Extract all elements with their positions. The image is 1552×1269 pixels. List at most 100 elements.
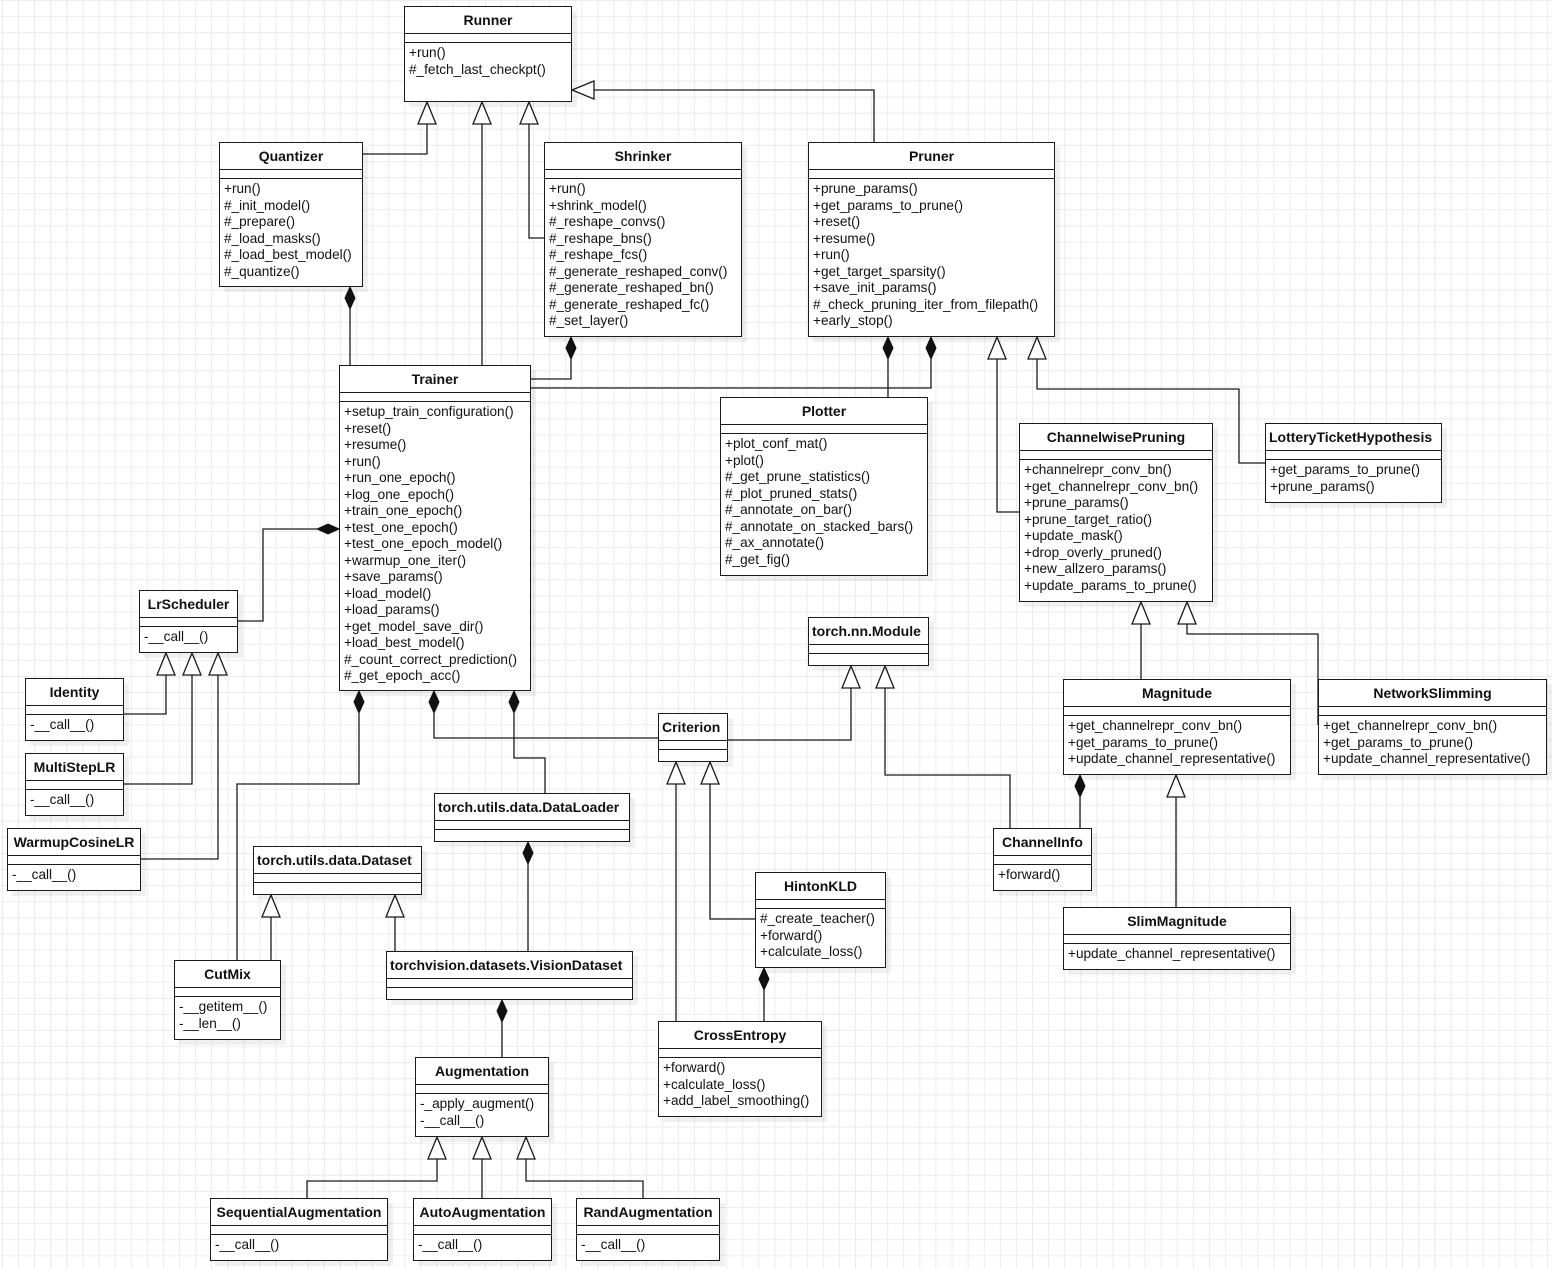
class-name: SlimMagnitude [1064, 908, 1290, 935]
attributes-compartment [140, 618, 237, 627]
class-name: NetworkSlimming [1319, 680, 1546, 707]
class-box-identity[interactable]: Identity -__call__() [25, 678, 124, 741]
methods-compartment [254, 883, 421, 891]
class-box-plotter[interactable]: Plotter +plot_conf_mat() +plot() #_get_prun… [720, 397, 928, 576]
inheritance-arrowhead-icon [700, 760, 720, 785]
method-item: -__call__() [418, 1237, 483, 1252]
class-box-augmentation[interactable]: Augmentation -_apply_augment() -__call__() [415, 1057, 549, 1137]
inheritance-arrowhead-icon [875, 664, 895, 689]
methods-compartment: +setup_train_configuration() +reset() +res… [340, 402, 530, 685]
inheritance-arrowhead-icon [516, 1135, 536, 1160]
class-box-multisteplr[interactable]: MultiStepLR -__call__() [25, 753, 124, 816]
method-item: -__call__() [30, 792, 95, 807]
connector-line [996, 359, 1019, 513]
composition-diamond-icon [353, 689, 365, 715]
attributes-compartment [175, 988, 280, 997]
inheritance-arrowhead-icon [841, 664, 861, 689]
method-item: #_fetch_last_checkpt() [409, 61, 546, 77]
inheritance-arrowhead-icon [1177, 600, 1197, 625]
composition-diamond-icon [882, 335, 894, 361]
method-item: +get_model_save_dir() [344, 618, 484, 634]
method-item: +run() [813, 247, 850, 262]
method-item: #_reshape_fcs() [549, 247, 648, 262]
connector-line [306, 1159, 438, 1198]
attributes-compartment [26, 706, 123, 715]
class-box-sequentialaug[interactable]: SequentialAugmentation -__call__() [210, 1198, 388, 1261]
inheritance-arrowhead-icon [156, 651, 176, 676]
methods-compartment: +channelrepr_conv_bn() +get_channelrepr_c… [1020, 460, 1212, 594]
attributes-compartment [994, 856, 1091, 865]
method-item: +load_params() [344, 602, 440, 617]
method-item: +reset() [813, 214, 861, 229]
method-item: +forward() [663, 1060, 726, 1075]
class-name: ChannelInfo [994, 829, 1091, 856]
class-name: RandAugmentation [577, 1199, 719, 1226]
class-box-dataset[interactable]: torch.utils.data.Dataset [253, 846, 422, 895]
inheritance-arrowhead-icon [472, 1135, 492, 1160]
attributes-compartment [340, 393, 530, 402]
methods-compartment: +update_channel_representative() [1064, 944, 1290, 963]
class-box-lottery[interactable]: LotteryTicketHypothesis +get_params_to_pr… [1265, 423, 1442, 503]
methods-compartment: +forward() +calculate_loss() +add_label_sm… [659, 1058, 821, 1110]
attributes-compartment [26, 781, 123, 790]
methods-compartment: -__call__() [8, 865, 140, 884]
class-box-runner[interactable]: Runner +run() #_fetch_last_checkpt() [404, 6, 572, 102]
class-name: HintonKLD [756, 873, 885, 900]
class-box-autoaug[interactable]: AutoAugmentation -__call__() [413, 1198, 552, 1261]
class-box-trainer[interactable]: Trainer +setup_train_configuration() +rese… [339, 365, 531, 691]
class-box-channelwise[interactable]: ChannelwisePruning +channelrepr_conv_bn()… [1019, 423, 1213, 602]
methods-compartment: +plot_conf_mat() +plot() #_get_prune_stati… [721, 434, 927, 568]
class-box-networkslimming[interactable]: NetworkSlimming +get_channelrepr_conv_bn(… [1318, 679, 1547, 775]
method-item: +update_channel_representative() [1323, 751, 1531, 766]
method-item: +prune_target_ratio() [1024, 511, 1153, 527]
class-box-nnmodule[interactable]: torch.nn.Module [808, 617, 929, 666]
class-box-dataloader[interactable]: torch.utils.data.DataLoader [434, 793, 630, 842]
attributes-compartment [211, 1226, 387, 1235]
inheritance-arrowhead-icon [1027, 335, 1047, 360]
method-item: -__getitem__() [179, 999, 268, 1014]
method-item: +run() [409, 45, 446, 60]
class-box-quantizer[interactable]: Quantizer +run() #_init_model() #_prepare()… [219, 142, 363, 287]
class-name: Trainer [340, 366, 530, 393]
connector-line [238, 528, 317, 622]
method-item: #_init_model() [224, 197, 311, 213]
attributes-compartment [414, 1226, 551, 1235]
class-box-pruner[interactable]: Pruner +prune_params() +get_params_to_prun… [808, 142, 1055, 337]
attributes-compartment [659, 1049, 821, 1058]
methods-compartment: +prune_params() +get_params_to_prune() +re… [809, 179, 1054, 330]
connector-line [525, 1159, 644, 1198]
class-name: Augmentation [416, 1058, 548, 1085]
connector-line [513, 713, 546, 793]
class-box-criterion[interactable]: Criterion [658, 713, 728, 762]
class-box-warmupcosinelr[interactable]: WarmupCosineLR -__call__() [7, 828, 141, 891]
class-box-cutmix[interactable]: CutMix -__getitem__() -__len__() [174, 960, 281, 1040]
class-box-slimmagnitude[interactable]: SlimMagnitude +update_channel_representat… [1063, 907, 1291, 970]
method-item: +save_params() [344, 569, 443, 584]
class-box-randaug[interactable]: RandAugmentation -__call__() [576, 1198, 720, 1261]
composition-diamond-icon [508, 689, 520, 715]
connector-line [709, 784, 755, 920]
class-box-visiondataset[interactable]: torchvision.datasets.VisionDataset [386, 951, 633, 1000]
class-box-hintonkld[interactable]: HintonKLD #_create_teacher() +forward() +ca… [755, 872, 886, 968]
method-item: +run_one_epoch() [344, 470, 456, 485]
method-item: +channelrepr_conv_bn() [1024, 462, 1172, 477]
method-item: #_annotate_on_bar() [725, 502, 852, 517]
class-box-magnitude[interactable]: Magnitude +get_channelrepr_conv_bn() +get_… [1063, 679, 1291, 775]
methods-compartment: +forward() [994, 865, 1091, 884]
method-item: +early_stop() [813, 313, 893, 328]
class-name: torch.utils.data.DataLoader [435, 794, 629, 821]
class-name: SequentialAugmentation [211, 1199, 387, 1226]
class-box-channelinfo[interactable]: ChannelInfo +forward() [993, 828, 1092, 891]
attributes-compartment [809, 645, 928, 654]
class-box-crossentropy[interactable]: CrossEntropy +forward() +calculate_loss() +… [658, 1021, 822, 1117]
class-name: CrossEntropy [659, 1022, 821, 1049]
method-item: +get_target_sparsity() [813, 263, 946, 279]
class-box-shrinker[interactable]: Shrinker +run() +shrink_model() #_reshape_c… [544, 142, 742, 337]
composition-diamond-icon [428, 689, 440, 715]
method-item: +forward() [998, 867, 1061, 882]
connector-line [528, 124, 544, 239]
method-item: #_create_teacher() [760, 911, 875, 926]
attributes-compartment [8, 856, 140, 865]
attributes-compartment [545, 170, 741, 179]
class-box-lrscheduler[interactable]: LrScheduler -__call__() [139, 590, 238, 653]
